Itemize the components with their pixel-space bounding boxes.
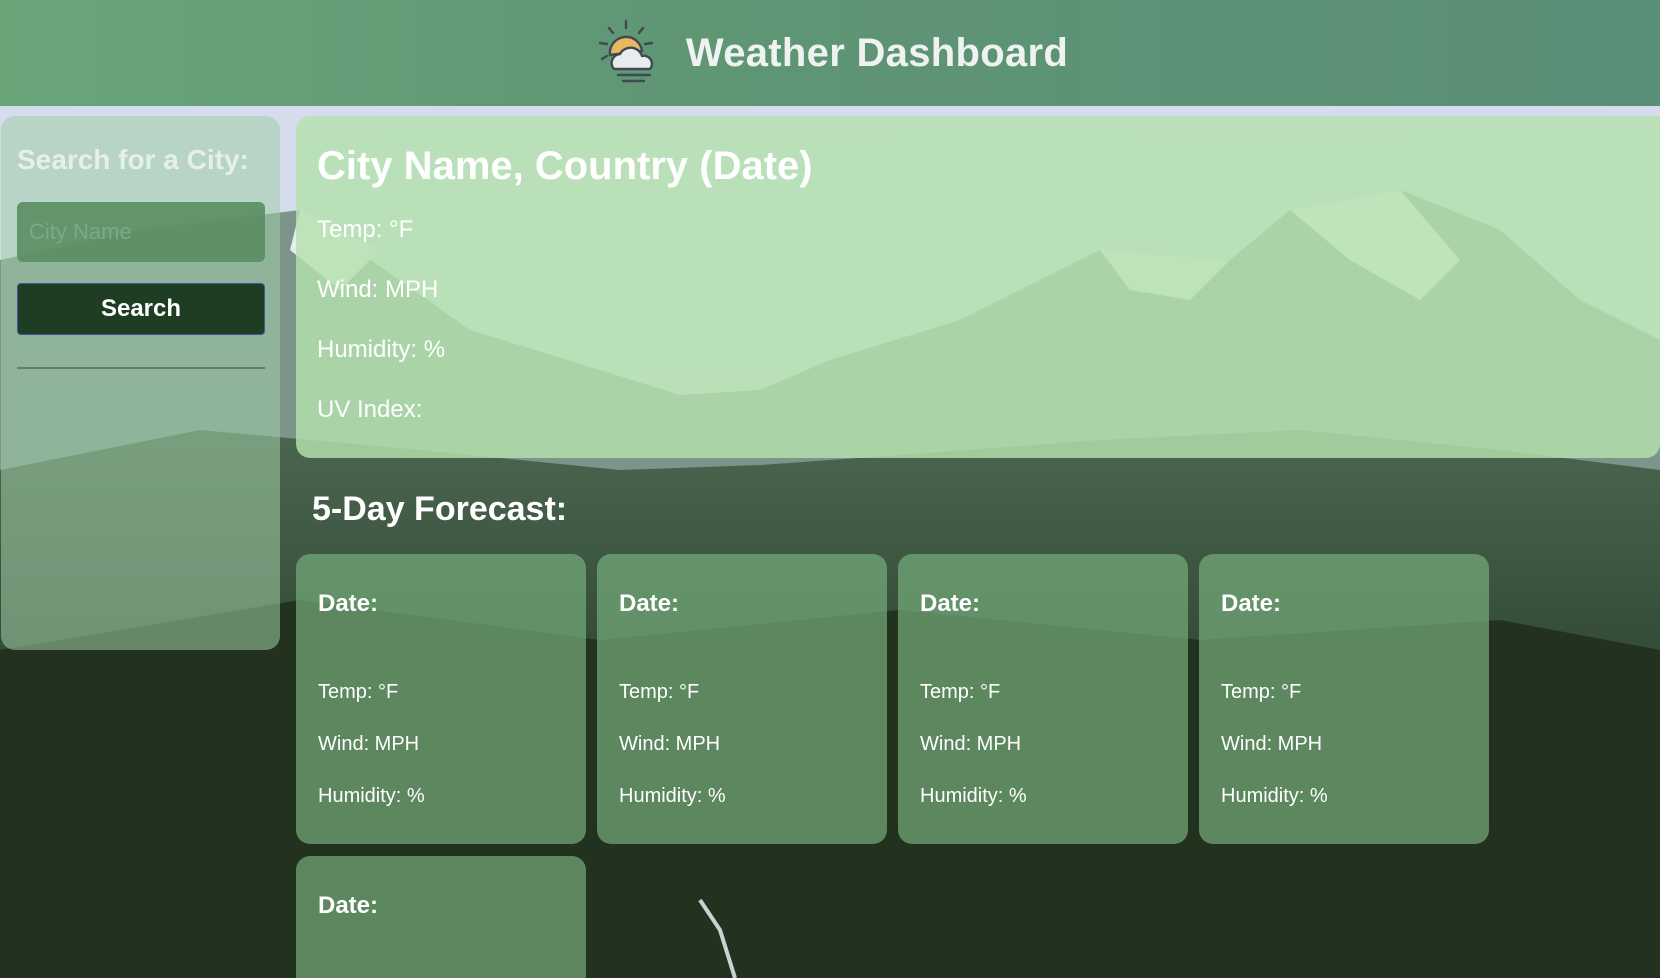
forecast-humidity: Humidity: % xyxy=(920,785,1027,807)
forecast-card-2: Date: Temp: °F Wind: MPH Humidity: % xyxy=(597,554,887,844)
forecast-heading: 5-Day Forecast: xyxy=(312,490,568,528)
search-history-divider xyxy=(17,367,265,369)
forecast-date: Date: xyxy=(1221,590,1282,617)
forecast-card-4: Date: Temp: °F Wind: MPH Humidity: % xyxy=(1199,554,1489,844)
forecast-wind: Wind: MPH xyxy=(318,733,420,755)
forecast-date: Date: xyxy=(920,590,981,617)
forecast-wind: Wind: MPH xyxy=(1221,733,1323,755)
forecast-date: Date: xyxy=(318,892,379,919)
forecast-card-1: Date: Temp: °F Wind: MPH Humidity: % xyxy=(296,554,586,844)
forecast-date: Date: xyxy=(619,590,680,617)
current-weather-card: City Name, Country (Date) Temp: °F Wind:… xyxy=(296,116,1660,458)
forecast-humidity: Humidity: % xyxy=(318,785,425,807)
current-city-title: City Name, Country (Date) xyxy=(317,144,813,188)
forecast-card-3: Date: Temp: °F Wind: MPH Humidity: % xyxy=(898,554,1188,844)
forecast-temp: Temp: °F xyxy=(920,681,1001,703)
current-uv-index: UV Index: xyxy=(317,396,423,423)
forecast-temp: Temp: °F xyxy=(318,681,399,703)
forecast-humidity: Humidity: % xyxy=(619,785,726,807)
current-wind: Wind: MPH xyxy=(317,276,439,303)
forecast-temp: Temp: °F xyxy=(619,681,700,703)
current-temp: Temp: °F xyxy=(317,216,414,243)
forecast-temp: Temp: °F xyxy=(1221,681,1302,703)
search-button[interactable]: Search xyxy=(17,283,265,335)
header-content: Weather Dashboard xyxy=(592,17,1068,89)
sun-behind-cloud-icon xyxy=(598,19,654,83)
forecast-card-5: Date: xyxy=(296,856,586,978)
current-humidity: Humidity: % xyxy=(317,336,446,363)
search-heading: Search for a City: xyxy=(17,144,249,175)
forecast-wind: Wind: MPH xyxy=(619,733,721,755)
forecast-date: Date: xyxy=(318,590,379,617)
app-title: Weather Dashboard xyxy=(685,30,1069,75)
forecast-wind: Wind: MPH xyxy=(920,733,1022,755)
search-sidebar: Search for a City: Search xyxy=(1,116,280,650)
city-search-input[interactable] xyxy=(17,202,265,262)
app-header: Weather Dashboard xyxy=(0,0,1660,106)
forecast-humidity: Humidity: % xyxy=(1221,785,1328,807)
